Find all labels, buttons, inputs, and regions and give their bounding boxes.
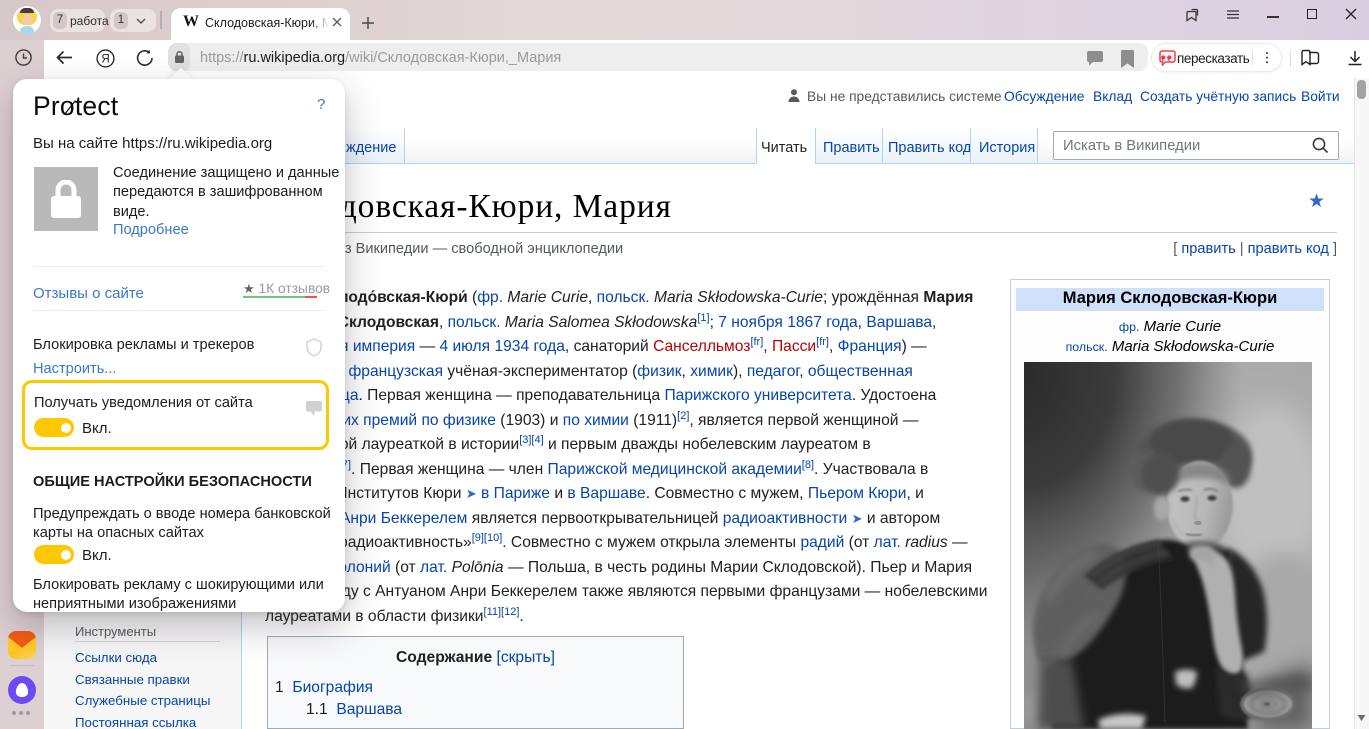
svg-text:Я: Я <box>101 53 109 65</box>
